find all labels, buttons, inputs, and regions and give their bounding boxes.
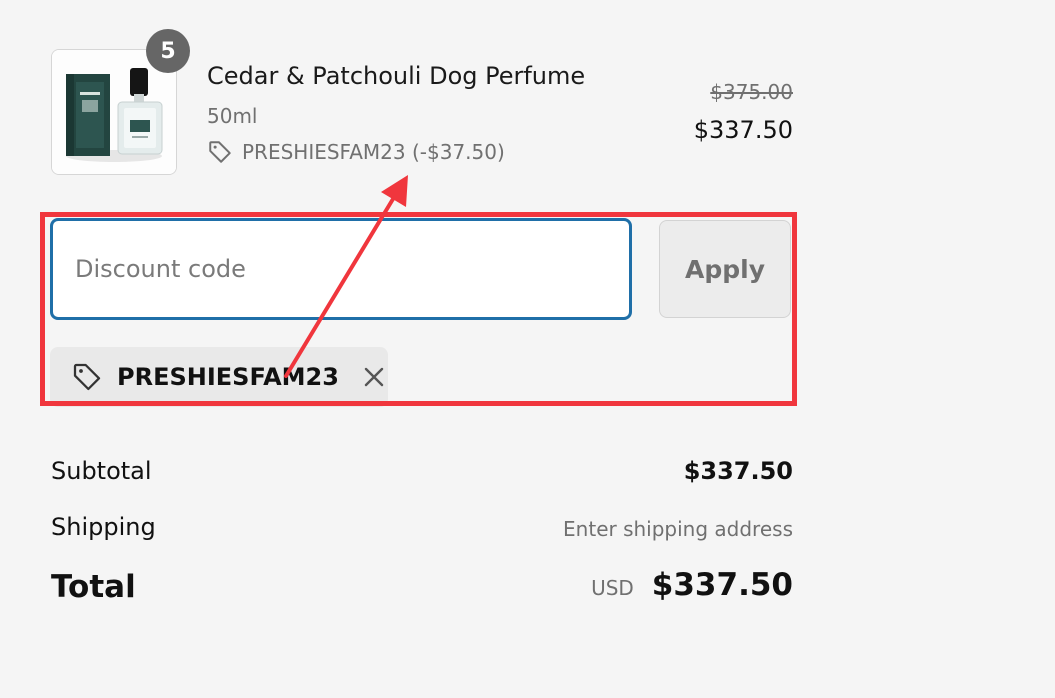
total-value-group: USD $337.50 bbox=[591, 567, 793, 603]
applied-discount-chip: PRESHIESFAM23 bbox=[50, 347, 388, 407]
remove-discount-button[interactable] bbox=[361, 364, 387, 390]
tag-icon bbox=[209, 141, 231, 163]
close-icon bbox=[364, 367, 384, 387]
discounted-price: $337.50 bbox=[693, 116, 793, 144]
quantity-badge: 5 bbox=[146, 29, 190, 73]
original-price: $375.00 bbox=[710, 80, 793, 104]
discount-code-input[interactable] bbox=[50, 218, 632, 320]
subtotal-value: $337.50 bbox=[683, 457, 793, 485]
product-title: Cedar & Patchouli Dog Perfume bbox=[207, 62, 586, 90]
currency-code: USD bbox=[591, 576, 634, 600]
shipping-value: Enter shipping address bbox=[563, 517, 793, 541]
total-amount: $337.50 bbox=[651, 567, 793, 603]
subtotal-label: Subtotal bbox=[51, 457, 152, 485]
apply-button[interactable]: Apply bbox=[659, 220, 791, 318]
product-discount-text: PRESHIESFAM23 (-$37.50) bbox=[242, 140, 505, 164]
applied-discount-code: PRESHIESFAM23 bbox=[117, 363, 339, 391]
product-discount-line: PRESHIESFAM23 (-$37.50) bbox=[207, 139, 505, 165]
shipping-label: Shipping bbox=[51, 513, 156, 541]
product-variant: 50ml bbox=[207, 104, 258, 128]
total-label: Total bbox=[51, 569, 136, 605]
tag-icon bbox=[73, 363, 101, 391]
